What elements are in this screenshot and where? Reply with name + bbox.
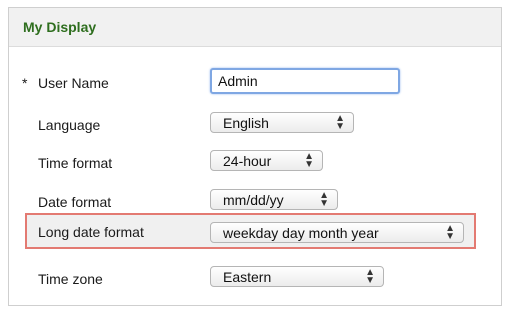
time-format-label: Time format <box>38 155 113 171</box>
panel-title: My Display <box>23 19 97 35</box>
up-down-chevron-icon: ▲ ▼ <box>319 190 329 209</box>
required-marker: * <box>22 75 28 91</box>
time-format-select[interactable]: 24-hour ▲ ▼ <box>210 150 323 171</box>
long-date-format-selected-value: weekday day month year <box>223 225 379 241</box>
time-format-row: Time format 24-hour ▲ ▼ <box>0 148 505 178</box>
language-select[interactable]: English ▲ ▼ <box>210 112 354 133</box>
date-format-selected-value: mm/dd/yy <box>223 192 284 208</box>
user-name-row: * User Name <box>0 68 505 98</box>
date-format-label: Date format <box>38 194 112 210</box>
time-zone-row: Time zone Eastern ▲ ▼ <box>0 264 505 294</box>
up-down-chevron-icon: ▲ ▼ <box>335 113 345 132</box>
user-name-label: User Name <box>38 75 109 91</box>
user-name-input[interactable] <box>210 68 400 94</box>
time-format-selected-value: 24-hour <box>223 153 272 169</box>
long-date-format-select[interactable]: weekday day month year ▲ ▼ <box>210 222 464 243</box>
time-zone-select[interactable]: Eastern ▲ ▼ <box>210 266 384 287</box>
up-down-chevron-icon: ▲ ▼ <box>445 223 455 242</box>
up-down-chevron-icon: ▲ ▼ <box>304 151 314 170</box>
panel-header: My Display <box>9 8 501 47</box>
date-format-select[interactable]: mm/dd/yy ▲ ▼ <box>210 189 338 210</box>
long-date-format-label: Long date format <box>38 224 144 240</box>
time-zone-selected-value: Eastern <box>223 269 272 285</box>
long-date-format-row: Long date format weekday day month year … <box>25 213 476 249</box>
time-zone-label: Time zone <box>38 271 103 287</box>
up-down-chevron-icon: ▲ ▼ <box>365 267 375 286</box>
language-label: Language <box>38 117 101 133</box>
language-selected-value: English <box>223 115 269 131</box>
language-row: Language English ▲ ▼ <box>0 110 505 140</box>
